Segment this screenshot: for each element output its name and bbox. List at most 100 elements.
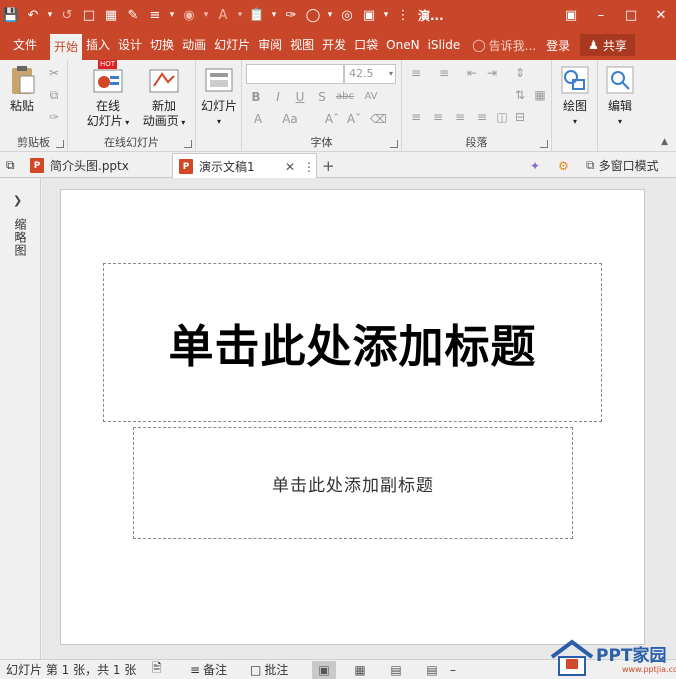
brush-icon[interactable]: ✑ [280,4,302,26]
strikethrough-icon[interactable]: abc [334,90,356,104]
doc-tab-1[interactable]: P 简介头图.pptx [30,153,170,178]
shadow-icon[interactable]: S [314,90,330,104]
justify-icon[interactable]: ≡ [474,110,490,124]
circle-icon[interactable]: ◯ [302,4,324,26]
zoom-out-icon[interactable]: – [450,663,456,677]
clear-format-icon[interactable]: ⌫ [370,112,387,126]
thumbnail-pane-label[interactable]: 缩略图 [12,218,29,257]
tab-developer[interactable]: 开发 [318,30,350,60]
char-spacing-icon[interactable]: AV [360,90,382,104]
align-center-icon[interactable]: ≡ [430,110,446,124]
subtitle-placeholder[interactable]: 单击此处添加副标题 [133,427,573,539]
minimize-icon[interactable]: – [586,0,616,30]
chevron-right-icon[interactable]: ❯ [13,194,22,207]
font-color-icon[interactable]: A [250,112,266,126]
spellcheck-icon[interactable]: 🖹 [152,659,190,679]
font-color-dropdown-icon[interactable]: ▾ [234,4,246,26]
collapse-ribbon-icon[interactable]: ▲ [661,137,668,147]
tab-view[interactable]: 视图 [286,30,318,60]
clipboard-launcher-icon[interactable] [56,140,64,148]
smartart-icon[interactable]: ▦ [532,88,548,102]
paste-dropdown-icon[interactable]: ▾ [268,4,280,26]
reading-view-icon[interactable]: ▤ [384,661,408,679]
theme-dropdown-icon[interactable]: ▾ [380,4,392,26]
align-dropdown-icon[interactable]: ▾ [166,4,178,26]
multi-window-button[interactable]: ⧉ 多窗口模式 [586,153,659,178]
tab-onenote[interactable]: OneN [382,30,423,60]
more-options-icon[interactable]: ⋮ [303,160,315,174]
align-left-icon[interactable]: ≡ [408,110,424,124]
comments-button[interactable]: □ 批注 [250,661,312,678]
tab-switch-icon[interactable]: ⧉ [6,153,15,178]
eyedropper-icon[interactable]: ✎ [122,4,144,26]
shrink-font-icon[interactable]: Aˇ [346,112,362,126]
slideshow-icon[interactable]: ▤ [420,661,444,679]
online-slides-launcher-icon[interactable] [184,140,192,148]
font-color-icon[interactable]: A [212,4,234,26]
align-icon[interactable]: ≡ [144,4,166,26]
tab-slideshow[interactable]: 幻灯片 [210,30,254,60]
layout-icon[interactable]: ▦ [100,4,122,26]
notes-button[interactable]: ≡ 备注 [190,661,250,678]
cut-icon[interactable]: ✂ [46,66,62,80]
align-right-icon[interactable]: ≡ [452,110,468,124]
tab-review[interactable]: 审阅 [254,30,286,60]
font-launcher-icon[interactable] [390,140,398,148]
title-placeholder[interactable]: 单击此处添加标题 [103,263,602,422]
redo-icon[interactable]: ↺ [56,4,78,26]
tab-animations[interactable]: 动画 [178,30,210,60]
restore-icon[interactable]: □ [616,0,646,30]
tab-design[interactable]: 设计 [114,30,146,60]
slide-sorter-icon[interactable]: ▦ [348,661,372,679]
columns-icon[interactable]: ◫ [494,110,510,124]
close-tab-icon[interactable]: ✕ [285,160,295,174]
close-icon[interactable]: ✕ [646,0,676,30]
tab-file[interactable]: 文件 [0,30,50,60]
drawing-button[interactable]: 绘图 ▾ [556,64,594,129]
normal-view-icon[interactable]: ▣ [312,660,336,679]
tab-islide[interactable]: iSlide [424,30,465,60]
format-painter-icon[interactable]: ✑ [46,110,62,124]
undo-dropdown-icon[interactable]: ▾ [44,4,56,26]
tell-me-box[interactable]: ◯ 告诉我... [464,37,536,54]
increase-indent-icon[interactable]: ⇥ [484,66,500,80]
change-case-icon[interactable]: Aa [280,112,300,126]
decrease-indent-icon[interactable]: ⇤ [464,66,480,80]
editing-button[interactable]: 编辑 ▾ [600,64,640,129]
login-link[interactable]: 登录 [546,37,570,54]
paragraph-launcher-icon[interactable] [540,140,548,148]
magic-icon[interactable]: ✦ [530,153,540,178]
line-spacing-icon[interactable]: ⇕ [512,66,528,80]
customize-icon[interactable]: ⋮ [392,4,414,26]
underline-icon[interactable]: U [292,90,308,104]
copy-icon[interactable]: ⧉ [46,88,62,102]
settings-icon[interactable]: ⚙ [558,153,569,178]
paste-button[interactable]: 粘贴 [4,64,40,114]
bold-icon[interactable]: B [248,90,264,104]
shape-fill-dropdown-icon[interactable]: ▾ [200,4,212,26]
tab-pocket[interactable]: 口袋 [350,30,382,60]
new-icon[interactable]: □ [78,4,100,26]
save-icon[interactable]: 💾 [0,4,22,26]
new-animation-page-button[interactable]: 新加 动画页 ▾ [138,64,190,130]
tab-home[interactable]: 开始 [50,34,83,60]
share-button[interactable]: ♟ 共享 [580,34,635,56]
new-tab-icon[interactable]: + [322,153,335,178]
online-slides-button[interactable]: HOT 在线 幻灯片 ▾ [84,60,132,130]
italic-icon[interactable]: I [270,90,286,104]
doc-tab-2[interactable]: P 演示文稿1 ✕ ⋮ [172,153,317,179]
bullets-icon[interactable]: ≡ [408,66,424,80]
numbering-icon[interactable]: ≡ [436,66,452,80]
grow-font-icon[interactable]: Aˆ [324,112,340,126]
tab-transitions[interactable]: 切换 [146,30,178,60]
shape-fill-icon[interactable]: ◉ [178,4,200,26]
theme-icon[interactable]: ▣ [358,4,380,26]
paste-icon[interactable]: 📋 [246,4,268,26]
target-icon[interactable]: ◎ [336,4,358,26]
align-text-icon[interactable]: ⊟ [512,110,528,124]
slide-button[interactable]: 幻灯片 ▾ [199,64,239,129]
undo-icon[interactable]: ↶ [22,4,44,26]
font-size-input[interactable]: 42.5 ▾ [344,64,396,84]
font-name-input[interactable] [246,64,344,84]
ribbon-display-icon[interactable]: ▣ [556,0,586,30]
